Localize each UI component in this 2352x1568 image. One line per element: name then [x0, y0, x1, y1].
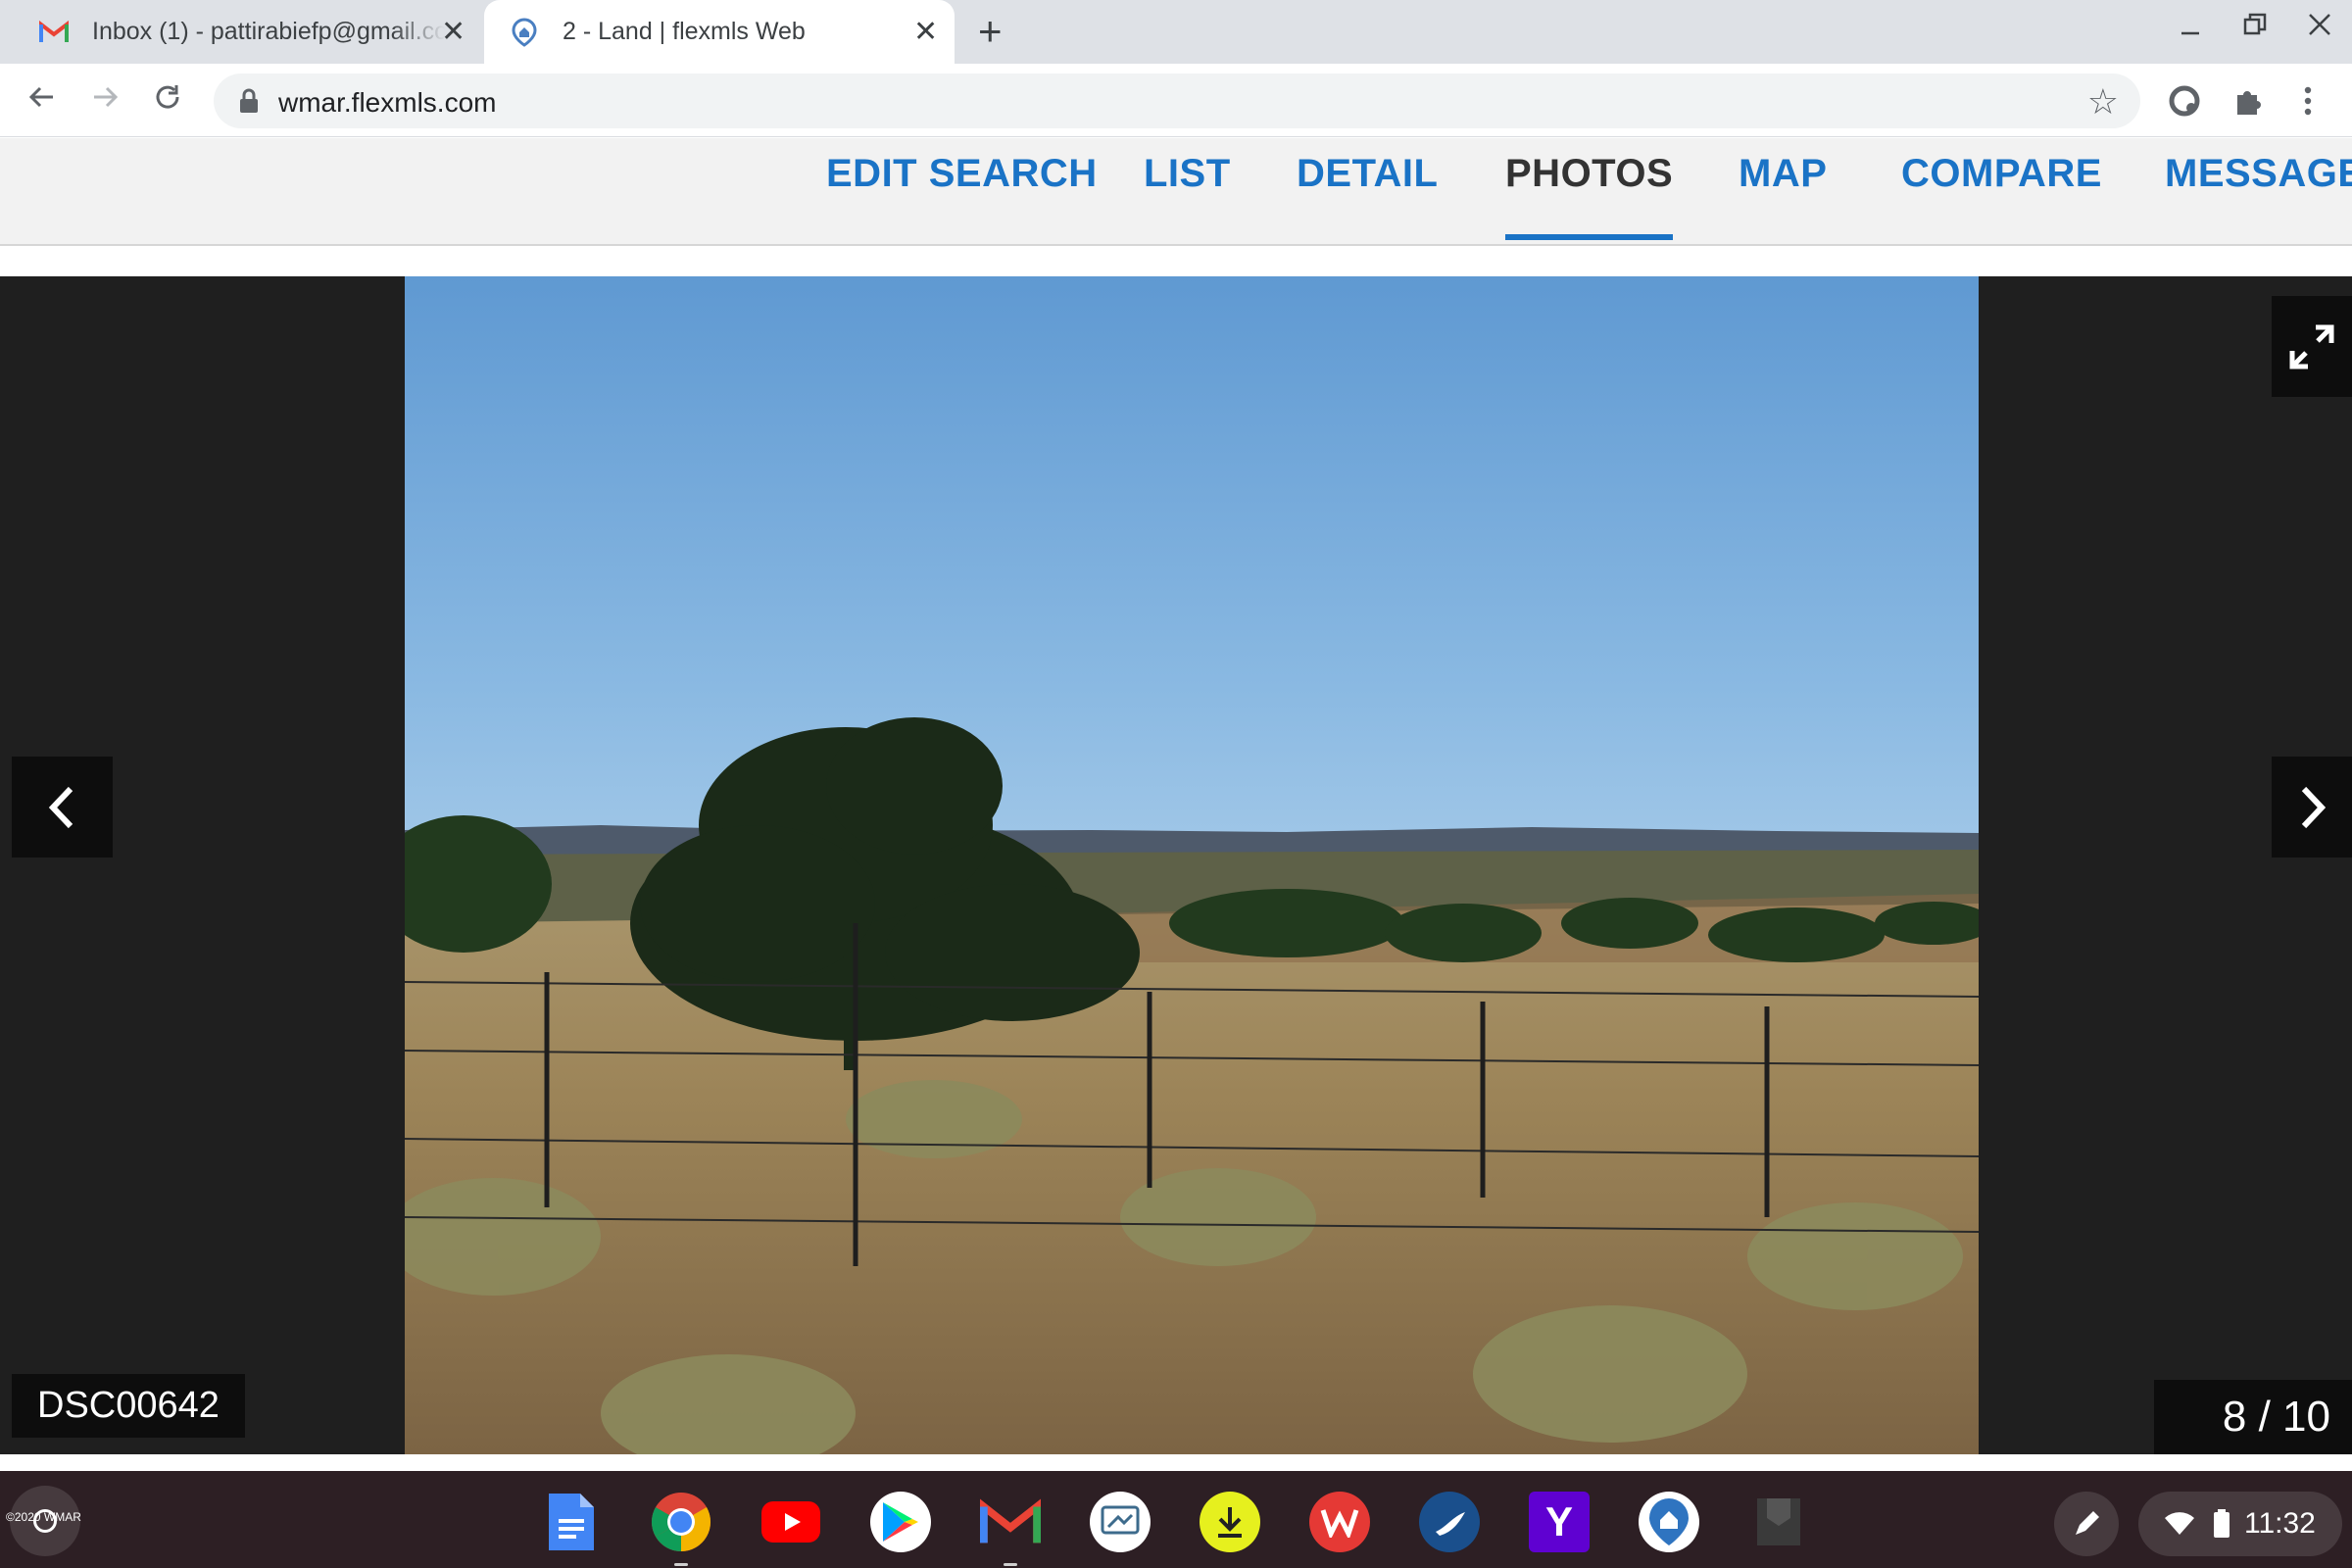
chevron-right-icon: [2301, 786, 2327, 828]
close-window-icon[interactable]: [2307, 12, 2332, 45]
listing-photo[interactable]: [405, 276, 1979, 1454]
screen-capture-icon[interactable]: [1090, 1492, 1151, 1552]
wps-office-icon[interactable]: [1309, 1492, 1370, 1552]
running-indicator: [1004, 1563, 1017, 1566]
expand-icon: [2289, 324, 2334, 368]
site-navigation: EDIT SEARCH LIST DETAIL PHOTOS MAP COMPA…: [0, 138, 2352, 246]
nav-photos[interactable]: PHOTOS: [1505, 152, 1674, 240]
reload-button[interactable]: [145, 77, 190, 122]
photo-gallery: DSC00642 8 / 10: [0, 276, 2352, 1454]
watermark-text: ©2020 WMAR: [6, 1510, 81, 1524]
gmail-icon: [37, 16, 71, 49]
battery-icon: [2214, 1509, 2230, 1538]
nav-edit-search[interactable]: EDIT SEARCH: [826, 152, 1098, 196]
pen-icon: [2076, 1511, 2099, 1535]
lock-icon: [237, 87, 261, 115]
minimize-icon[interactable]: [2178, 12, 2203, 45]
browser-tab-strip: Inbox (1) - pattirabiefp@gmail.com ✕ 2 -…: [0, 0, 2352, 64]
nav-messages[interactable]: MESSAGES: [2165, 152, 2352, 196]
url-text: wmar.flexmls.com: [278, 87, 497, 118]
google-docs-icon[interactable]: [545, 1492, 598, 1552]
stylus-button[interactable]: [2054, 1492, 2119, 1556]
restore-icon[interactable]: [2242, 12, 2268, 45]
download-icon[interactable]: [1200, 1492, 1260, 1552]
nav-compare[interactable]: COMPARE: [1901, 152, 2102, 196]
clock-time: 11:32: [2244, 1507, 2316, 1540]
photo-caption: DSC00642: [12, 1374, 245, 1438]
nav-map[interactable]: MAP: [1739, 152, 1827, 196]
play-store-icon[interactable]: [870, 1492, 931, 1552]
address-bar[interactable]: wmar.flexmls.com ☆: [214, 74, 2140, 128]
next-photo-button[interactable]: [2272, 757, 2352, 858]
chevron-left-icon: [48, 786, 73, 828]
puzzle-extensions-icon[interactable]: [2225, 78, 2270, 123]
chrome-icon[interactable]: [651, 1492, 711, 1566]
gmail-icon[interactable]: [980, 1492, 1041, 1566]
youtube-icon[interactable]: [760, 1492, 821, 1552]
flexmls-icon[interactable]: [1639, 1492, 1699, 1552]
tab-gmail-inbox[interactable]: Inbox (1) - pattirabiefp@gmail.com ✕: [37, 0, 480, 64]
nav-detail[interactable]: DETAIL: [1297, 152, 1438, 196]
fullscreen-button[interactable]: [2272, 296, 2352, 397]
previous-photo-button[interactable]: [12, 757, 113, 858]
tab-flexmls[interactable]: 2 - Land | flexmls Web ✕: [484, 0, 955, 64]
status-tray[interactable]: 11:32: [2138, 1492, 2342, 1556]
close-tab-icon[interactable]: ✕: [913, 15, 938, 49]
bookmark-star-icon[interactable]: ☆: [2087, 81, 2119, 122]
nav-list[interactable]: LIST: [1144, 152, 1231, 196]
page-bottom-edge: [0, 1454, 2352, 1471]
app-icon[interactable]: [1748, 1492, 1809, 1552]
flexmls-icon: [508, 16, 541, 49]
dolphin-icon[interactable]: [1419, 1492, 1480, 1552]
os-shelf: ©2020 WMAR Y 11:32: [0, 1471, 2352, 1568]
extension-icon[interactable]: [2162, 78, 2207, 123]
photo-counter: 8 / 10: [2154, 1380, 2352, 1454]
running-indicator: [674, 1563, 688, 1566]
close-tab-icon[interactable]: ✕: [441, 15, 466, 49]
back-button[interactable]: [20, 77, 65, 122]
wifi-icon: [2165, 1512, 2194, 1535]
browser-toolbar: wmar.flexmls.com ☆: [0, 64, 2352, 137]
forward-button[interactable]: [82, 77, 127, 122]
tab-title: 2 - Land | flexmls Web: [563, 18, 806, 45]
new-tab-button[interactable]: +: [978, 10, 1003, 53]
browser-menu-icon[interactable]: [2285, 78, 2330, 123]
yahoo-icon[interactable]: Y: [1529, 1492, 1590, 1552]
tab-title: Inbox (1) - pattirabiefp@gmail.com: [92, 18, 445, 45]
